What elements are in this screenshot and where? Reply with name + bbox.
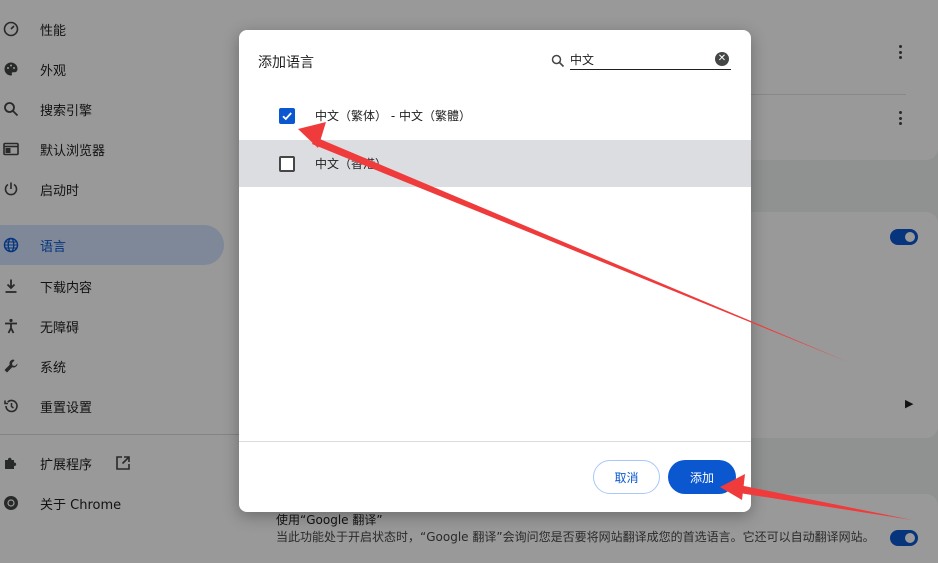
language-option-label: 中文（繁体） - 中文（繁體） — [315, 109, 471, 123]
checkmark-icon — [282, 111, 292, 120]
clear-search-icon[interactable]: ✕ — [715, 52, 729, 66]
dialog-footer-divider — [239, 441, 751, 442]
language-checkbox[interactable] — [279, 107, 295, 124]
language-checkbox[interactable] — [279, 155, 295, 172]
search-icon — [551, 53, 565, 68]
cancel-button[interactable]: 取消 — [593, 460, 660, 494]
language-search-input[interactable] — [570, 50, 731, 70]
language-search: ✕ — [551, 50, 731, 72]
language-option[interactable]: 中文（香港） — [239, 140, 751, 187]
add-languages-dialog: 添加语言 ✕ 中文（繁体） - 中文（繁體） 中文（香港） 取消 添加 — [239, 30, 751, 512]
dialog-title: 添加语言 — [258, 55, 314, 71]
language-option-label: 中文（香港） — [315, 157, 388, 171]
add-button[interactable]: 添加 — [668, 460, 736, 494]
language-option[interactable]: 中文（繁体） - 中文（繁體） — [239, 92, 751, 139]
